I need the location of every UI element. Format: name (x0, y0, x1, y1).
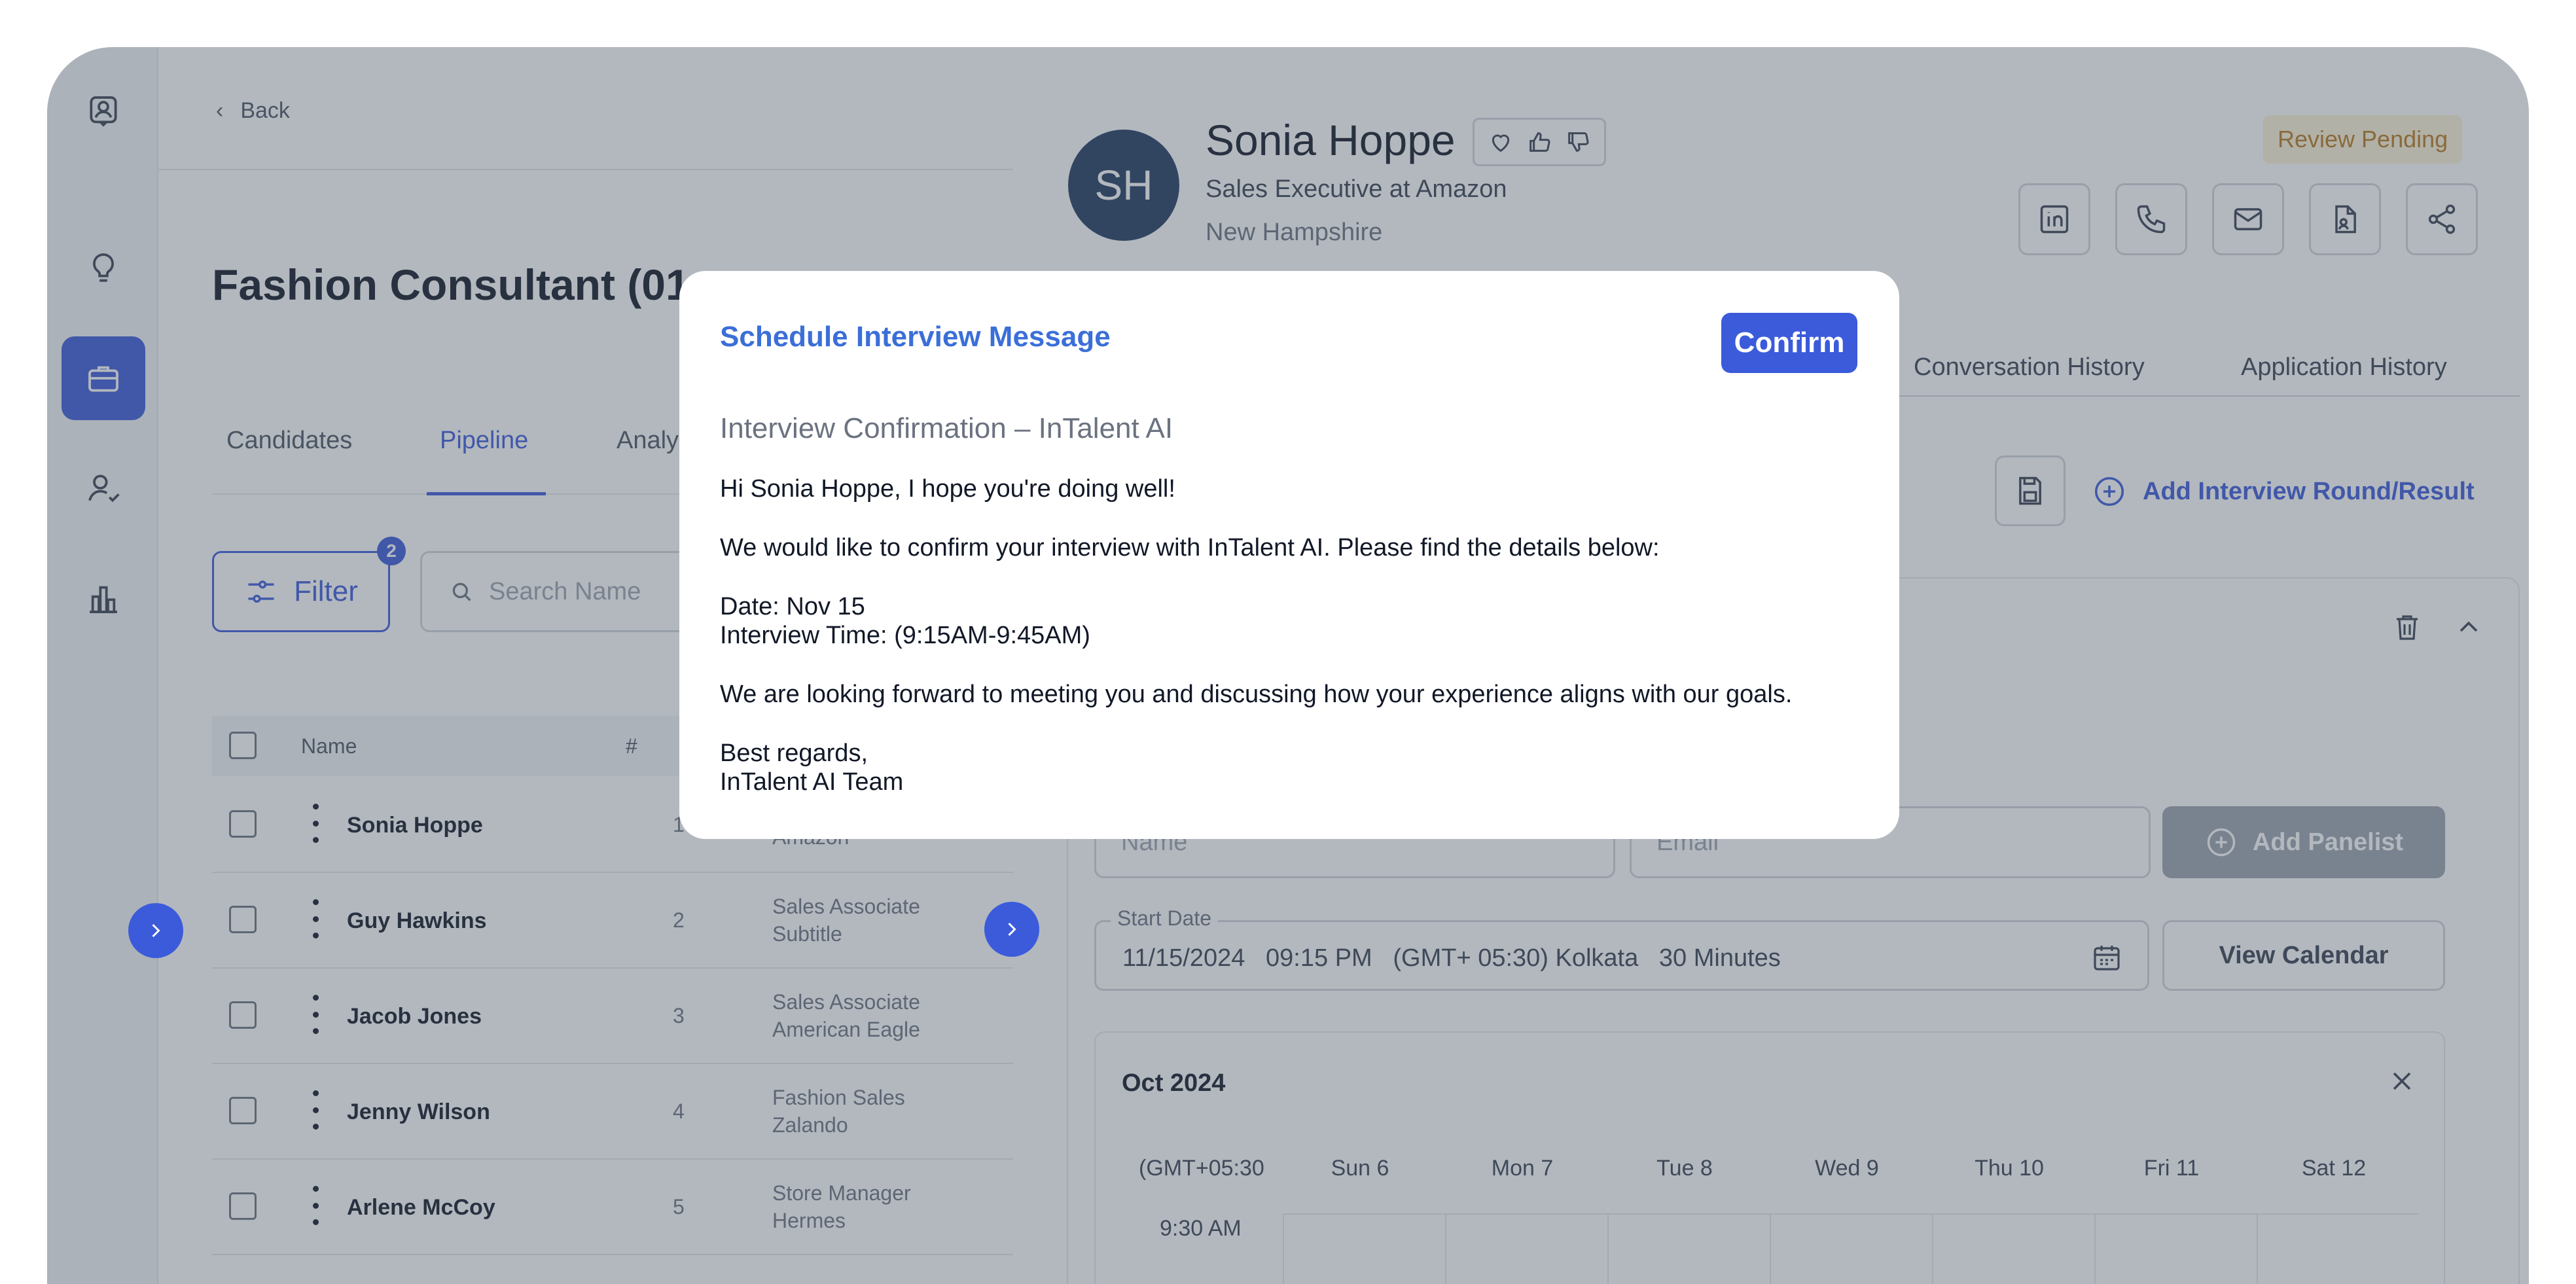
message-greeting: Hi Sonia Hoppe, I hope you're doing well… (720, 475, 1175, 503)
collapse-panel-button[interactable] (984, 902, 1039, 957)
chevron-right-icon (1008, 922, 1016, 936)
message-time: Interview Time: (9:15AM-9:45AM) (720, 622, 1090, 649)
chevron-right-icon (152, 923, 160, 938)
message-subject: Interview Confirmation – InTalent AI (720, 412, 1173, 444)
modal-title: Schedule Interview Message (720, 321, 1111, 353)
confirm-button[interactable]: Confirm (1721, 313, 1857, 373)
message-intro: We would like to confirm your interview … (720, 534, 1660, 562)
app-window: ‹ Back Fashion Consultant (01 Candidates… (47, 47, 2529, 1284)
message-date: Date: Nov 15 (720, 593, 865, 620)
expand-sidebar-button[interactable] (128, 903, 183, 958)
schedule-interview-modal: Schedule Interview Message Confirm Inter… (679, 271, 1899, 839)
message-closing: We are looking forward to meeting you an… (720, 681, 1793, 708)
message-regards: Best regards, (720, 740, 868, 767)
message-signature: InTalent AI Team (720, 768, 904, 796)
